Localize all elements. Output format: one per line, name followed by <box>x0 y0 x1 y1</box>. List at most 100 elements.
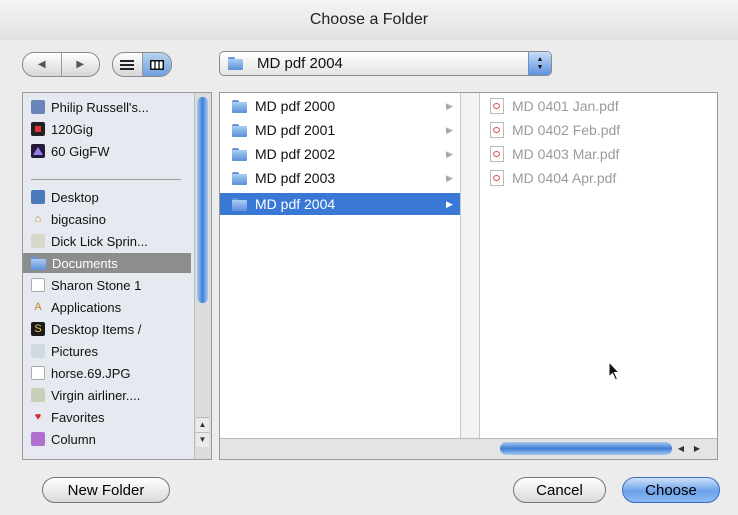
sidebar-item-label: Favorites <box>51 409 105 425</box>
folder-icon <box>232 147 247 161</box>
location-popup-label: MD pdf 2004 <box>257 55 343 72</box>
window-title: Choose a Folder <box>0 0 738 40</box>
sidebar-item-desktop-items[interactable]: S Desktop Items / <box>23 319 191 339</box>
column-browser: MD pdf 2000 ▶ MD pdf 2001 ▶ MD pdf 2002 … <box>219 92 718 460</box>
list-view-icon <box>120 59 135 70</box>
sidebar-item-label: Pictures <box>51 343 98 359</box>
sidebar-item-pictures[interactable]: Pictures <box>23 341 191 361</box>
scroll-left-button[interactable]: ◀ <box>674 442 688 455</box>
scroll-down-button[interactable]: ▼ <box>196 432 209 447</box>
folder-name: MD pdf 2002 <box>255 146 336 162</box>
sidebar-item-label: Desktop Items / <box>51 321 142 337</box>
file-row-jan[interactable]: MD 0401 Jan.pdf <box>490 95 710 117</box>
file-name: MD 0402 Feb.pdf <box>512 122 621 138</box>
chevron-right-icon: ▶ <box>446 172 453 183</box>
sidebar-item-label: Philip Russell's... <box>51 99 149 115</box>
sidebar-item-label: Column <box>51 431 96 447</box>
sidebar-item-horse[interactable]: horse.69.JPG <box>23 363 191 383</box>
cancel-button[interactable]: Cancel <box>513 477 606 503</box>
list-view-button[interactable] <box>113 53 142 76</box>
chevron-right-icon: ▶ <box>446 100 453 111</box>
file-name: MD 0401 Jan.pdf <box>512 98 619 114</box>
folder-row-2003[interactable]: MD pdf 2003 ▶ <box>220 167 460 189</box>
sidebar-item-favorites[interactable]: ♥ Favorites <box>23 407 191 427</box>
back-arrow-icon: ◀ <box>37 59 46 70</box>
sidebar-item-label: horse.69.JPG <box>51 365 131 381</box>
sidebar-item-dick-lick[interactable]: Dick Lick Sprin... <box>23 231 191 251</box>
sidebar: Philip Russell's... 120Gig 60 GigFW Desk… <box>22 92 212 460</box>
empty-column <box>461 93 480 439</box>
favorites-icon: ♥ <box>34 411 42 423</box>
folder-row-2002[interactable]: MD pdf 2002 ▶ <box>220 143 460 165</box>
document-icon <box>31 388 45 402</box>
sidebar-item-120gig[interactable]: 120Gig <box>23 119 191 139</box>
scroll-up-button[interactable]: ▲ <box>196 417 209 432</box>
file-column: MD 0401 Jan.pdf MD 0402 Feb.pdf MD 0403 … <box>480 93 717 439</box>
folder-icon <box>31 256 46 270</box>
back-forward-control: ◀ ▶ <box>22 52 100 77</box>
document-icon <box>31 366 45 380</box>
browser-scroll-thumb[interactable] <box>500 442 672 455</box>
new-folder-button[interactable]: New Folder <box>42 477 170 503</box>
file-row-apr[interactable]: MD 0404 Apr.pdf <box>490 167 710 189</box>
app-icon: S <box>31 322 45 336</box>
folder-column: MD pdf 2000 ▶ MD pdf 2001 ▶ MD pdf 2002 … <box>220 93 461 439</box>
drive-icon <box>31 144 45 158</box>
sidebar-item-virgin-airliner[interactable]: Virgin airliner.... <box>23 385 191 405</box>
browser-scrollbar[interactable]: ◀ ▶ <box>220 438 717 459</box>
sidebar-item-label: bigcasino <box>51 211 106 227</box>
view-mode-control <box>112 52 172 77</box>
pdf-icon <box>490 122 504 138</box>
location-popup[interactable]: MD pdf 2004 ▲ ▼ <box>219 51 552 76</box>
chevron-right-icon: ▶ <box>446 124 453 135</box>
sidebar-item-label: Desktop <box>51 189 99 205</box>
home-icon: ⌂ <box>34 213 42 225</box>
popup-up-arrow: ▲ <box>536 55 544 63</box>
sidebar-item-sharon-stone[interactable]: Sharon Stone 1 <box>23 275 191 295</box>
folder-name: MD pdf 2000 <box>255 98 336 114</box>
computer-icon <box>31 100 45 114</box>
pdf-icon <box>490 98 504 114</box>
scroll-right-button[interactable]: ▶ <box>690 442 704 455</box>
folder-icon <box>232 197 247 211</box>
sidebar-item-label: Applications <box>51 299 122 315</box>
document-icon <box>31 278 45 292</box>
file-row-mar[interactable]: MD 0403 Mar.pdf <box>490 143 710 165</box>
sidebar-scroll-thumb[interactable] <box>197 97 208 303</box>
forward-button[interactable]: ▶ <box>60 53 100 76</box>
drive-icon <box>31 122 45 136</box>
folder-row-2001[interactable]: MD pdf 2001 ▶ <box>220 119 460 141</box>
forward-arrow-icon: ▶ <box>76 59 85 70</box>
sidebar-item-desktop[interactable]: Desktop <box>23 187 191 207</box>
folder-row-2004[interactable]: MD pdf 2004 ▶ <box>220 193 460 215</box>
pdf-icon <box>490 146 504 162</box>
pdf-icon <box>490 170 504 186</box>
popup-arrows-icon: ▲ ▼ <box>528 52 551 75</box>
folder-row-2000[interactable]: MD pdf 2000 ▶ <box>220 95 460 117</box>
sidebar-item-applications[interactable]: A Applications <box>23 297 191 317</box>
folder-icon <box>232 123 247 137</box>
sidebar-item-bigcasino[interactable]: ⌂ bigcasino <box>23 209 191 229</box>
back-button[interactable]: ◀ <box>23 53 61 76</box>
sidebar-item-label: Documents <box>52 255 118 271</box>
column-view-icon <box>149 59 164 70</box>
desktop-icon <box>31 190 45 204</box>
folder-name: MD pdf 2004 <box>255 196 336 212</box>
column-view-button[interactable] <box>141 53 171 76</box>
folder-name: MD pdf 2001 <box>255 122 336 138</box>
sidebar-item-documents[interactable]: Documents <box>23 253 191 273</box>
sidebar-item-label: 120Gig <box>51 121 93 137</box>
sidebar-scrollbar[interactable]: ▲ ▼ <box>194 93 211 459</box>
sidebar-item-computer[interactable]: Philip Russell's... <box>23 97 191 117</box>
sidebar-item-60gigfw[interactable]: 60 GigFW <box>23 141 191 161</box>
file-name: MD 0404 Apr.pdf <box>512 170 617 186</box>
mouse-cursor-icon <box>608 361 621 381</box>
sidebar-item-label: Dick Lick Sprin... <box>51 233 148 249</box>
chevron-right-icon: ▶ <box>446 198 453 209</box>
sidebar-item-column[interactable]: Column <box>23 429 191 449</box>
file-row-feb[interactable]: MD 0402 Feb.pdf <box>490 119 710 141</box>
choose-button[interactable]: Choose <box>622 477 720 503</box>
sidebar-separator <box>31 179 181 180</box>
folder-name: MD pdf 2003 <box>255 170 336 186</box>
popup-down-arrow: ▼ <box>536 63 544 71</box>
